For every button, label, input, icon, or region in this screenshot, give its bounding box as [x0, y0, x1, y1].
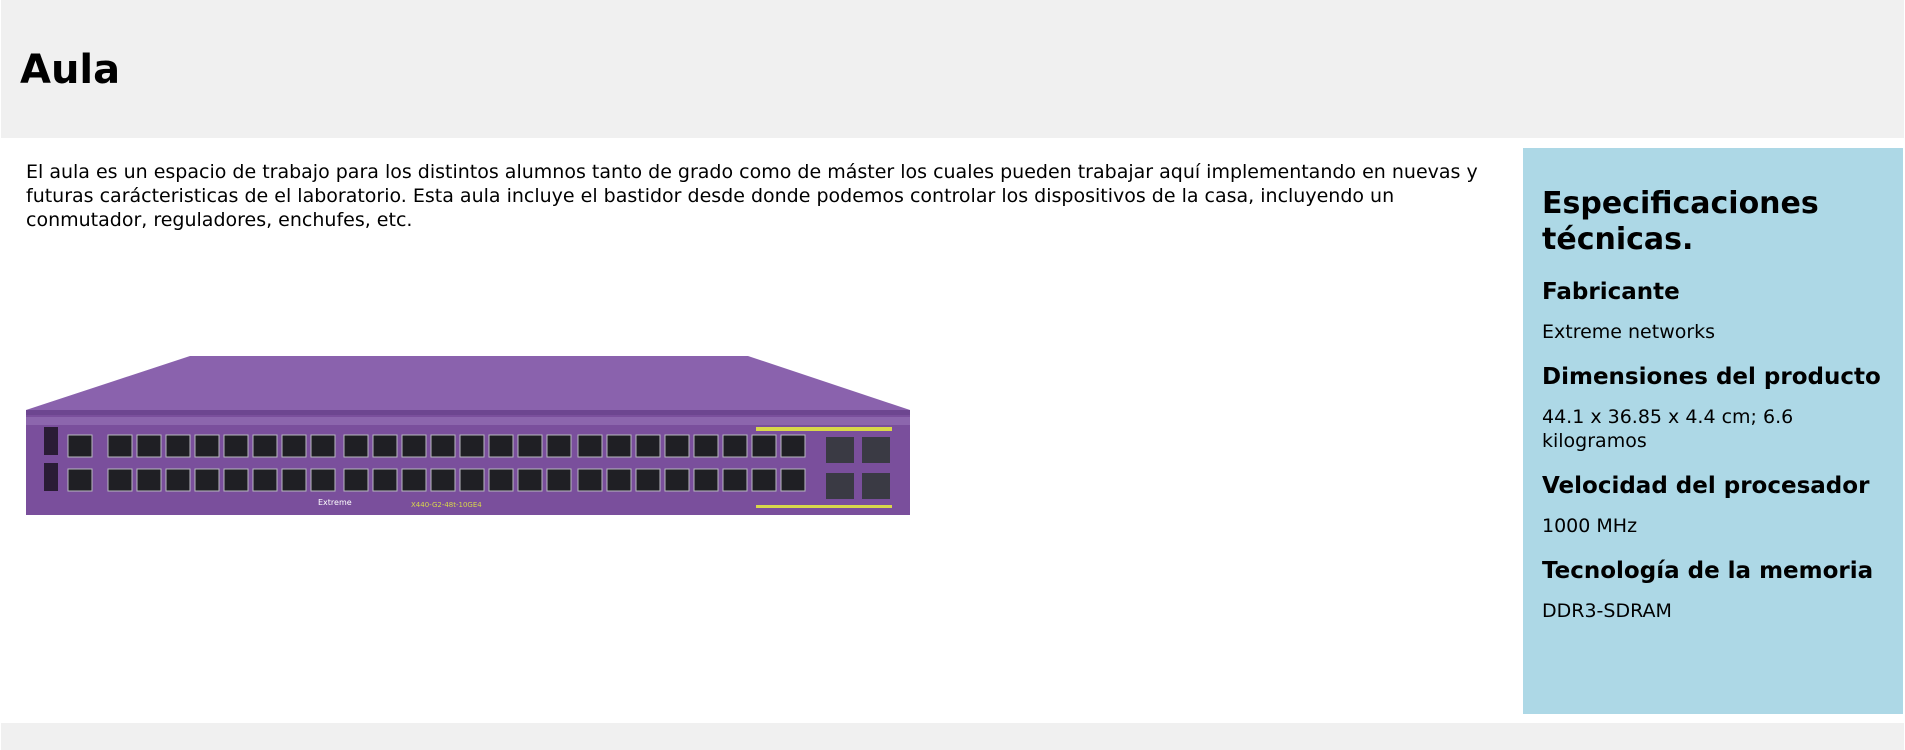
ethernet-port [751, 434, 777, 458]
spec-label-memory: Tecnología de la memoria [1542, 558, 1874, 584]
ethernet-port [780, 434, 806, 458]
sfp-slot [826, 437, 854, 463]
spec-label-manufacturer: Fabricante [1542, 279, 1680, 305]
ethernet-port [372, 468, 398, 492]
sfp-slot [862, 437, 890, 463]
spec-value-dimensions: 44.1 x 36.85 x 4.4 cm; 6.6 kilogramos [1542, 406, 1794, 452]
ethernet-port [310, 468, 336, 492]
ethernet-port [252, 434, 278, 458]
ethernet-port [664, 468, 690, 492]
ethernet-port [751, 468, 777, 492]
ethernet-port [107, 434, 133, 458]
main-content: El aula es un espacio de trabajo para lo… [26, 160, 1486, 232]
ethernet-port [165, 434, 191, 458]
sfp-slot [826, 473, 854, 499]
ethernet-port [780, 468, 806, 492]
ethernet-port [401, 468, 427, 492]
switch-brand-label: Extreme [318, 498, 352, 507]
ethernet-port [577, 434, 603, 458]
ethernet-port [430, 468, 456, 492]
ethernet-port [459, 434, 485, 458]
ethernet-port [430, 434, 456, 458]
page-header: Aula [1, 0, 1904, 138]
ethernet-port [252, 468, 278, 492]
spec-value-memory: DDR3-SDRAM [1542, 600, 1672, 622]
ethernet-port [664, 434, 690, 458]
specs-panel: Especificaciones técnicas. Fabricante Ex… [1523, 148, 1903, 714]
ethernet-port [517, 434, 543, 458]
ethernet-port [577, 468, 603, 492]
ethernet-port [281, 434, 307, 458]
ethernet-port [281, 468, 307, 492]
ethernet-port [223, 468, 249, 492]
ethernet-port [693, 434, 719, 458]
specs-title: Especificaciones técnicas. [1542, 186, 1819, 257]
ethernet-port [136, 434, 162, 458]
ethernet-port [546, 434, 572, 458]
sfp-slot [862, 473, 890, 499]
ethernet-port [136, 468, 162, 492]
ethernet-port [606, 434, 632, 458]
switch-model-label: X440-G2-48t-10GE4 [411, 501, 482, 509]
ethernet-port [635, 434, 661, 458]
ethernet-port [488, 468, 514, 492]
ethernet-port [546, 468, 572, 492]
ethernet-port [488, 434, 514, 458]
spec-label-dimensions: Dimensiones del producto [1542, 364, 1881, 390]
ethernet-port [107, 468, 133, 492]
ethernet-port [401, 434, 427, 458]
description-text: El aula es un espacio de trabajo para lo… [26, 161, 1478, 231]
ethernet-port [635, 468, 661, 492]
ethernet-port [459, 468, 485, 492]
ethernet-port [372, 434, 398, 458]
page-title: Aula [20, 47, 121, 93]
spec-value-manufacturer: Extreme networks [1542, 321, 1716, 343]
ethernet-port [722, 434, 748, 458]
ethernet-port [343, 468, 369, 492]
ethernet-port [693, 468, 719, 492]
ethernet-port [517, 468, 543, 492]
ethernet-port [343, 434, 369, 458]
page-footer [1, 723, 1904, 750]
ethernet-port [194, 434, 220, 458]
ethernet-port [223, 434, 249, 458]
spec-label-processor: Velocidad del procesador [1542, 473, 1870, 499]
spec-value-processor: 1000 MHz [1542, 515, 1638, 537]
ethernet-port [310, 434, 336, 458]
network-switch-image: Extreme X440-G2-48t-10GE4 [26, 355, 910, 515]
ethernet-port [165, 468, 191, 492]
ethernet-port [67, 434, 93, 458]
ethernet-port [722, 468, 748, 492]
ethernet-port [606, 468, 632, 492]
ethernet-port [194, 468, 220, 492]
ethernet-port [67, 468, 93, 492]
